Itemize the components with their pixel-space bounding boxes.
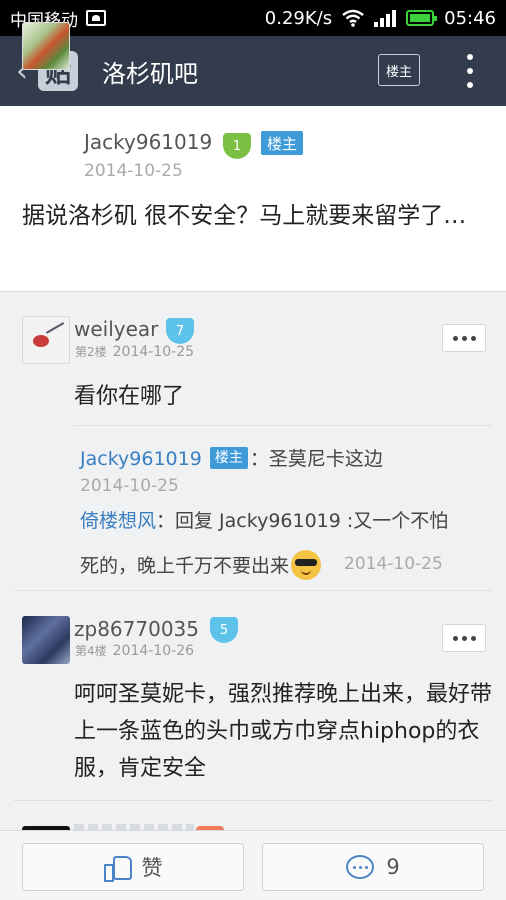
- reply-author[interactable]: weilyear: [74, 317, 158, 341]
- forum-title[interactable]: 洛杉矶吧: [102, 54, 198, 89]
- op-badge: 楼主: [261, 131, 304, 155]
- network-speed: 0.29K/s: [264, 7, 333, 29]
- like-button[interactable]: 赞: [22, 843, 244, 891]
- divider: [14, 800, 492, 801]
- avatar[interactable]: [22, 316, 70, 364]
- reply-menu-button[interactable]: [442, 324, 486, 352]
- comment-button[interactable]: 9: [262, 843, 484, 891]
- sub-reply-text: ：回复 Jacky961019 :又一个不怕: [156, 510, 449, 532]
- bottom-action-bar: 赞 9: [0, 830, 506, 900]
- post-date: 2014-10-25: [84, 161, 183, 181]
- avatar[interactable]: [22, 22, 70, 70]
- reply-date: 2014-10-25: [112, 344, 195, 360]
- post-body: 据说洛杉矶 很不安全？马上就要来留学了…: [22, 203, 467, 229]
- sub-reply-text: ：圣莫尼卡这边: [249, 448, 383, 470]
- more-menu-button[interactable]: [460, 54, 480, 88]
- floor-number: 第4楼: [75, 644, 107, 658]
- sub-reply[interactable]: Jacky961019 楼主 ：圣莫尼卡这边: [80, 444, 383, 471]
- sub-reply-text: 死的，晚上千万不要出来: [80, 555, 290, 577]
- reply-author[interactable]: zp86770035: [74, 617, 199, 641]
- level-badge: 7: [166, 318, 194, 344]
- avatar[interactable]: [22, 616, 70, 664]
- reply-date: 2014-10-26: [112, 643, 195, 659]
- floor-info: 第4楼 2014-10-26: [75, 642, 194, 659]
- thumbs-up-icon: [103, 855, 132, 882]
- sub-reply-author[interactable]: 倚楼想风: [80, 510, 156, 532]
- sub-reply-list: Jacky961019 楼主 ：圣莫尼卡这边 2014-10-25 倚楼想风：回复…: [74, 425, 492, 580]
- op-badge: 楼主: [209, 447, 248, 469]
- battery-icon: [406, 10, 438, 26]
- status-bar: 中国移动 0.29K/s 05:46: [0, 0, 506, 36]
- title-bar: ‹ 贴 洛杉矶吧 楼主: [0, 36, 506, 106]
- comment-count: 9: [386, 855, 400, 879]
- divider: [14, 590, 492, 591]
- post-author[interactable]: Jacky961019: [84, 130, 212, 154]
- sub-reply-continued: 死的，晚上千万不要出来: [80, 550, 322, 580]
- level-badge: 5: [210, 617, 238, 643]
- reply-menu-button[interactable]: [442, 624, 486, 652]
- sub-reply-date: 2014-10-25: [80, 476, 179, 496]
- floor-number: 第2楼: [75, 345, 107, 359]
- like-label: 赞: [141, 856, 163, 880]
- sub-reply-author[interactable]: Jacky961019: [80, 448, 202, 470]
- sub-reply-date: 2014-10-25: [344, 554, 443, 574]
- op-only-button[interactable]: 楼主: [378, 54, 420, 86]
- reply-body: 看你在哪了: [74, 384, 185, 409]
- comment-bubble-icon: [346, 855, 375, 879]
- sunglasses-emoji-icon: [291, 550, 322, 580]
- wifi-icon: [342, 9, 364, 27]
- notification-icon: [86, 10, 106, 26]
- clock: 05:46: [444, 7, 496, 29]
- signal-icon: [374, 9, 397, 27]
- floor-info: 第2楼 2014-10-25: [75, 343, 194, 360]
- reply-body: 呵呵圣莫妮卡，强烈推荐晚上出来，最好带上一条蓝色的头巾或方巾穿点hiphop的衣…: [74, 682, 493, 781]
- sub-reply[interactable]: 倚楼想风：回复 Jacky961019 :又一个不怕: [80, 506, 448, 533]
